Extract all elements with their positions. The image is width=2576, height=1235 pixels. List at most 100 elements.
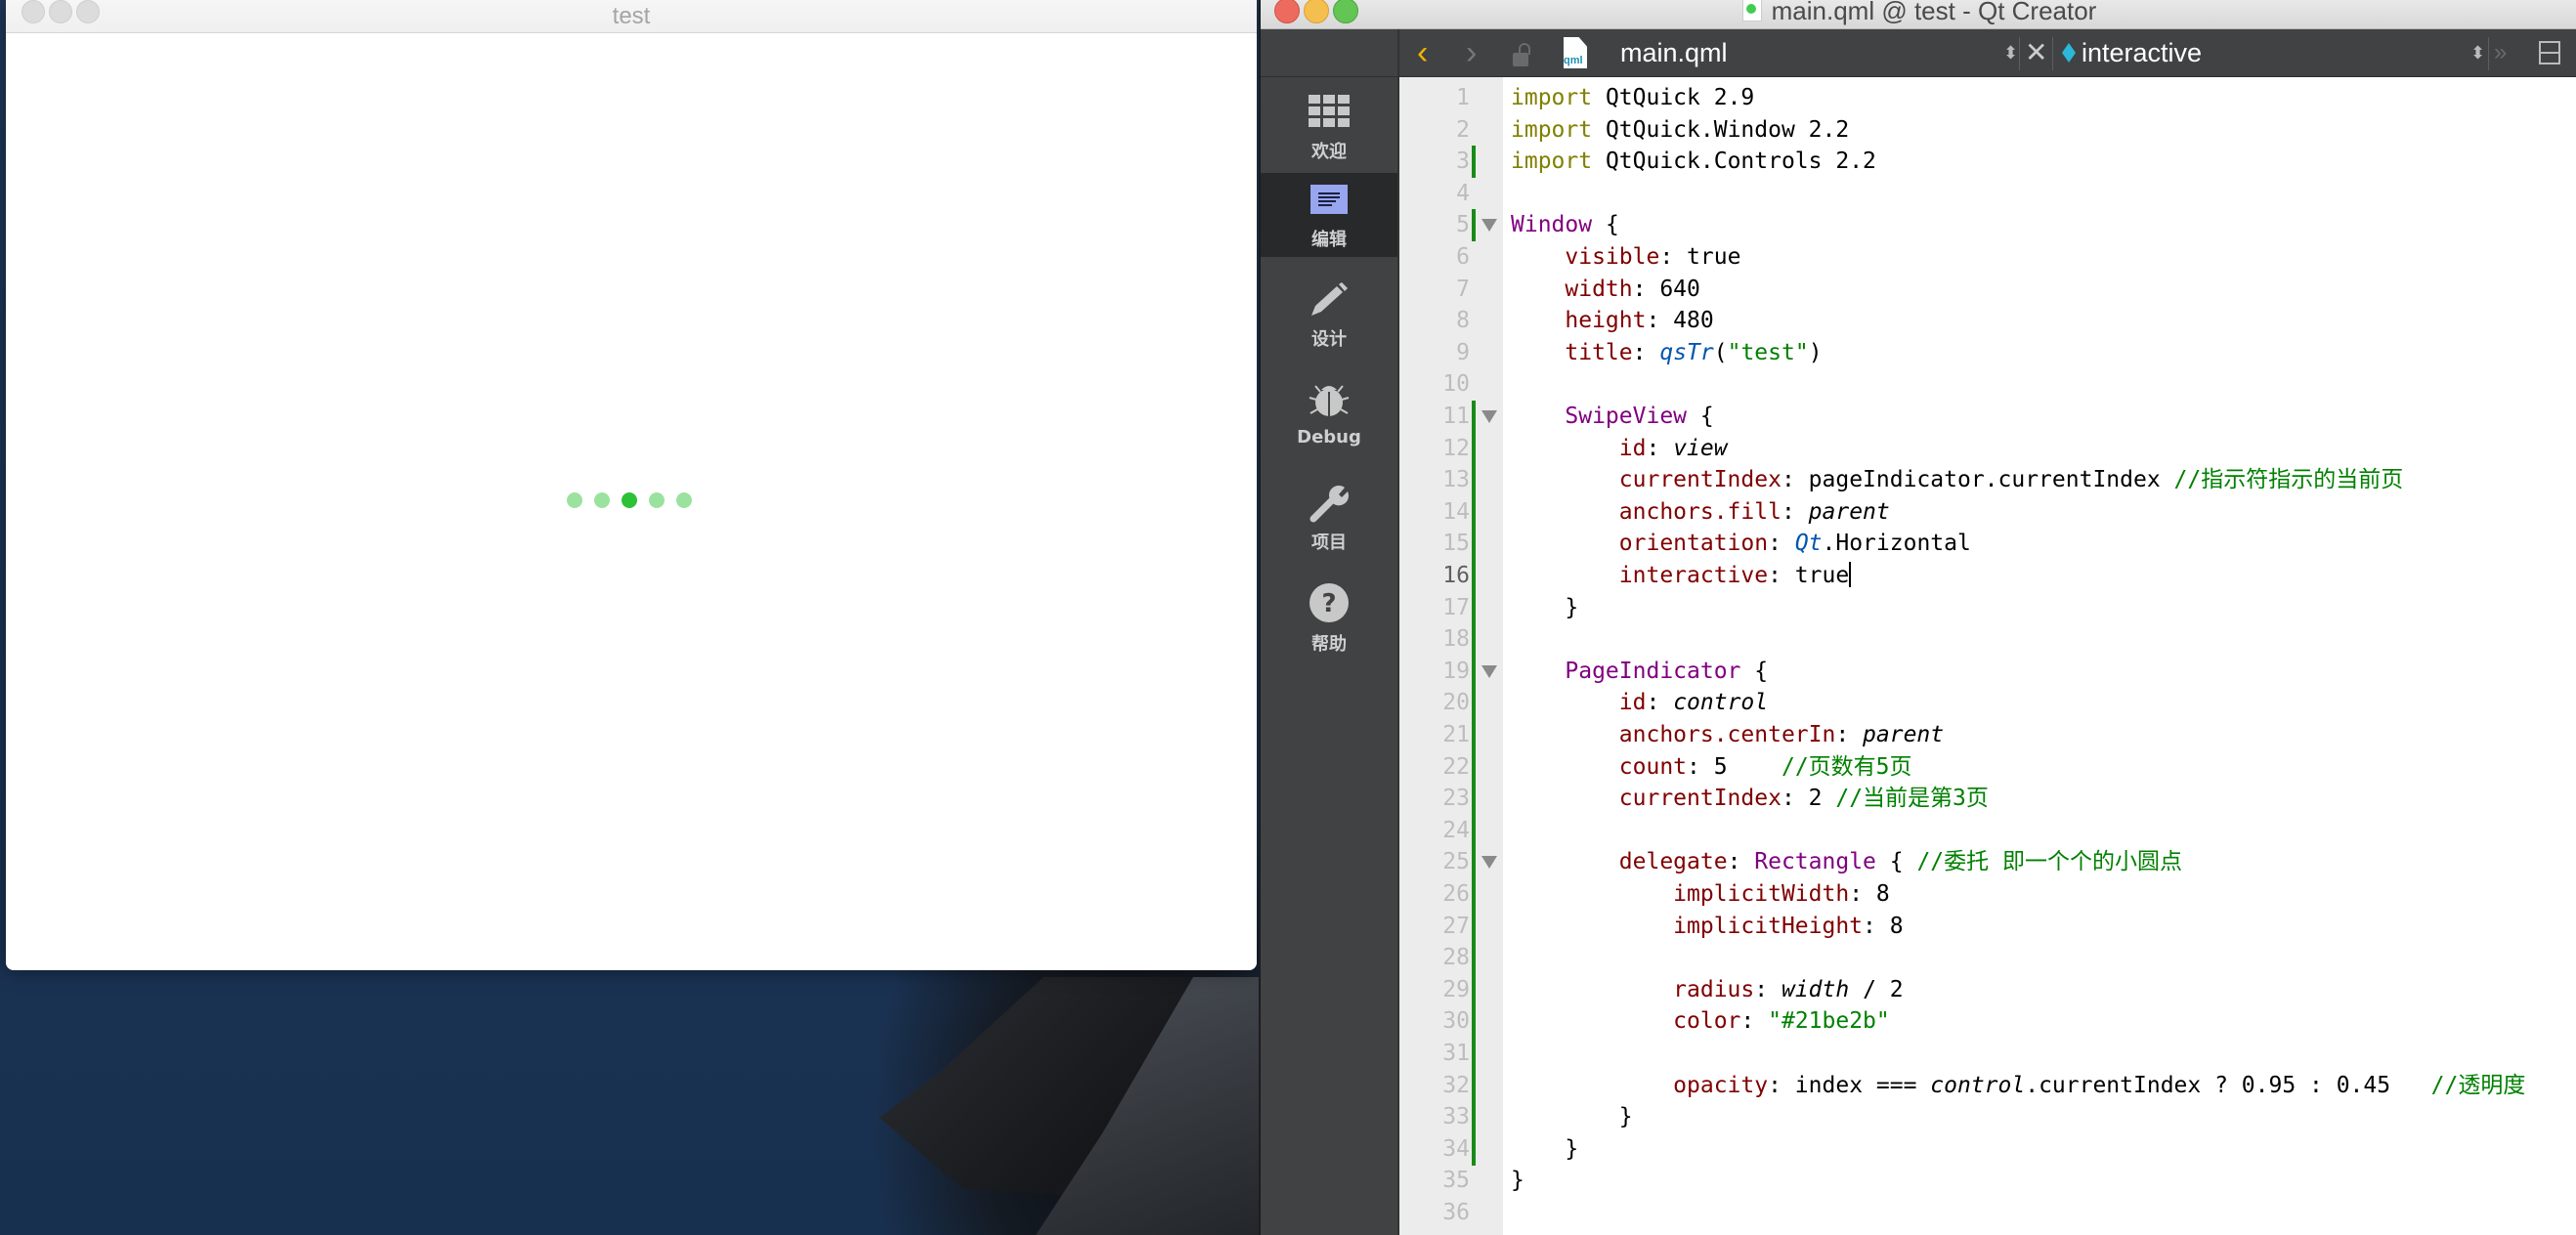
code-line[interactable]: PageIndicator { [1511, 656, 1768, 687]
code-line[interactable]: width: 640 [1511, 274, 1700, 305]
code-token: parent [1808, 498, 1890, 525]
code-line[interactable]: id: view [1511, 433, 1728, 464]
code-token: "#21be2b" [1768, 1008, 1890, 1035]
mode-help[interactable]: ? 帮助 [1261, 574, 1397, 663]
code-token: : 8 [1849, 881, 1890, 907]
code-line[interactable]: count: 5 //页数有5页 [1511, 751, 1912, 783]
grid-icon [1309, 95, 1350, 127]
code-token: QtQuick.Controls 2.2 [1592, 149, 1876, 175]
open-documents-combo[interactable]: main.qml [1620, 29, 1728, 76]
line-number: 30 [1442, 1008, 1470, 1035]
code-line[interactable]: anchors.fill: parent [1511, 496, 1890, 528]
line-number: 27 [1442, 913, 1470, 939]
code-line[interactable]: anchors.centerIn: parent [1511, 719, 1944, 750]
app-window: test [6, 0, 1257, 970]
mode-debug[interactable]: Debug [1261, 370, 1397, 460]
line-number: 34 [1442, 1135, 1470, 1162]
edit-document-icon [1310, 185, 1348, 214]
line-number: 20 [1442, 690, 1470, 716]
toolbar-left-area [1261, 29, 1399, 76]
change-marker [1472, 528, 1476, 561]
mode-label: 项目 [1311, 532, 1347, 552]
more-icon[interactable]: » [2494, 29, 2507, 76]
mode-projects[interactable]: 项目 [1261, 472, 1397, 562]
fold-toggle-icon[interactable] [1481, 219, 1497, 233]
code-line[interactable]: SwipeView { [1511, 401, 1714, 432]
page-dot[interactable] [649, 492, 665, 508]
page-dot-active[interactable] [622, 492, 637, 508]
app-titlebar[interactable]: test [6, 0, 1257, 33]
code-token: : [1754, 976, 1782, 1002]
code-line[interactable]: } [1511, 1133, 1578, 1165]
close-document-icon[interactable]: ✕ [2025, 29, 2047, 76]
change-marker [1472, 655, 1476, 688]
symbols-combo[interactable]: interactive [2082, 29, 2202, 76]
code-line[interactable]: currentIndex: 2 //当前是第3页 [1511, 783, 1989, 814]
toolbar-separator [2052, 37, 2053, 70]
page-dot[interactable] [676, 492, 692, 508]
code-line[interactable]: orientation: Qt.Horizontal [1511, 528, 1971, 559]
line-number-gutter[interactable]: 1 2 3 4 5 6 7 8 9 10 11 12 13 14 15 16 17 18 19 20 21 22 23 24 2… [1399, 77, 1503, 1235]
code-token: implicitHeight [1673, 913, 1864, 939]
code-token: QtQuick 2.9 [1592, 85, 1755, 110]
code-line[interactable]: title: qsTr("test") [1511, 337, 1822, 368]
change-marker [1472, 495, 1476, 529]
page-dot[interactable] [594, 492, 610, 508]
code-token: : [1740, 1008, 1769, 1035]
mode-welcome[interactable]: 欢迎 [1261, 81, 1397, 171]
code-token: qsTr [1659, 339, 1714, 365]
code-line[interactable]: import QtQuick.Controls 2.2 [1511, 146, 1876, 177]
fold-toggle-icon[interactable] [1481, 856, 1497, 870]
back-icon[interactable]: ‹ [1417, 29, 1428, 76]
mode-label: 欢迎 [1311, 142, 1347, 161]
code-line[interactable]: implicitWidth: 8 [1511, 878, 1890, 910]
unlock-icon[interactable] [1513, 43, 1530, 66]
code-token: : [1835, 722, 1864, 747]
code-line[interactable]: import QtQuick 2.9 [1511, 82, 1754, 113]
change-marker [1472, 910, 1476, 943]
qtc-titlebar[interactable]: main.qml @ test - Qt Creator [1261, 0, 2576, 29]
code-line[interactable]: } [1511, 1165, 1524, 1196]
code-line[interactable]: opacity: index === control.currentIndex … [1511, 1070, 2525, 1101]
documents-updown-icon[interactable]: ⬍ [2003, 29, 2018, 76]
change-marker [1472, 623, 1476, 657]
fold-toggle-icon[interactable] [1481, 410, 1497, 423]
line-number: 35 [1442, 1168, 1470, 1194]
mode-design[interactable]: 设计 [1261, 269, 1397, 359]
code-line[interactable]: radius: width / 2 [1511, 974, 1903, 1005]
code-line[interactable]: color: "#21be2b" [1511, 1005, 1890, 1037]
code-line[interactable]: interactive: true [1511, 560, 1852, 591]
code-line[interactable]: import QtQuick.Window 2.2 [1511, 114, 1849, 146]
split-icon[interactable] [2539, 41, 2560, 64]
code-line[interactable]: implicitHeight: 8 [1511, 911, 1903, 942]
code-line[interactable]: visible: true [1511, 241, 1740, 273]
symbols-updown-icon[interactable]: ⬍ [2470, 29, 2485, 76]
line-number: 4 [1456, 180, 1470, 206]
code-line[interactable]: height: 480 [1511, 305, 1713, 336]
forward-icon[interactable]: › [1466, 29, 1477, 76]
code-token: parent [1863, 722, 1945, 747]
page-indicator[interactable] [567, 492, 692, 512]
code-token: delegate [1618, 849, 1728, 875]
code-line[interactable]: } [1511, 1101, 1633, 1132]
code-token: : 2 [1781, 786, 1836, 812]
code-token: interactive [1618, 563, 1769, 588]
code-token: { [1687, 404, 1714, 429]
mode-edit[interactable]: 编辑 [1261, 173, 1397, 257]
page-dot[interactable] [567, 492, 582, 508]
code-line[interactable]: id: control [1511, 687, 1768, 718]
code-line[interactable]: } [1511, 592, 1578, 623]
fold-toggle-icon[interactable] [1481, 664, 1497, 678]
line-number: 1 [1456, 85, 1470, 110]
change-marker [1472, 973, 1476, 1006]
code-line[interactable]: Window { [1511, 209, 1619, 240]
code-line[interactable]: delegate: Rectangle { //委托 即一个个的小圆点 [1511, 846, 2182, 877]
change-marker [1472, 432, 1476, 465]
code-token: : [1646, 690, 1674, 716]
code-line[interactable]: currentIndex: pageIndicator.currentIndex… [1511, 464, 2403, 495]
code-editor[interactable]: import QtQuick 2.9 import QtQuick.Window … [1503, 77, 2576, 1235]
